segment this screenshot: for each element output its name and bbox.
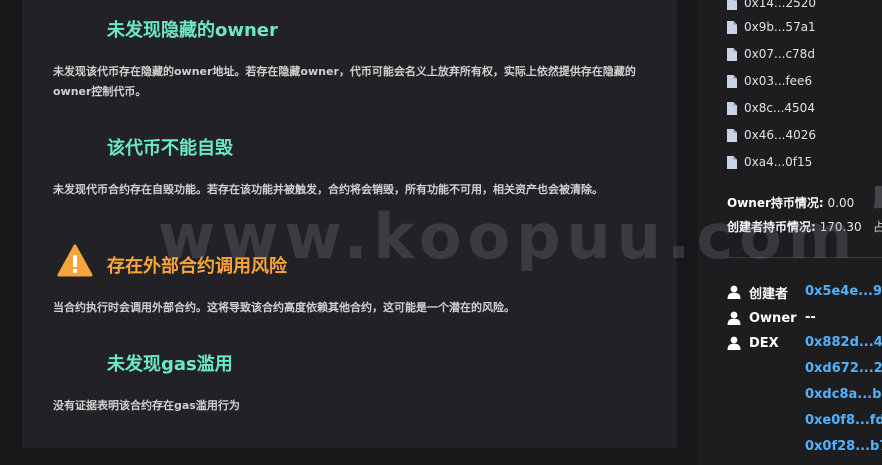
dex-address-link[interactable]: 0xd672...29	[805, 361, 882, 376]
check-description: 没有证据表明该合约存在gas滥用行为	[53, 399, 240, 412]
file-icon	[727, 47, 737, 61]
check-title: 未发现隐藏的owner	[107, 20, 278, 41]
dex-row: DEX	[727, 334, 779, 352]
owner-row: Owner	[727, 309, 797, 327]
check-description: 未发现代币合约存在自毁功能。若存在该功能并被触发，合约将会销毁，所有功能不可用，…	[53, 183, 603, 196]
holder-info-panel: 0x14...2520 0x9b...57a1 0x07...c78d 0x03…	[697, 0, 882, 465]
holder-address: 0x14...2520	[744, 0, 816, 10]
dex-address-link[interactable]: 0xdc8a...b4	[805, 387, 882, 402]
user-icon	[727, 336, 741, 350]
creator-label: 创建者	[749, 286, 789, 302]
check-title: 未发现gas滥用	[107, 354, 233, 375]
holder-address: 0xa4...0f15	[744, 155, 813, 169]
divider	[727, 257, 882, 258]
file-icon	[727, 20, 737, 34]
owner-holding-label: Owner持币情况:	[727, 196, 824, 210]
creator-holding-share-fragment: 占	[873, 220, 882, 234]
creator-row: 创建者	[727, 283, 789, 302]
holder-address: 0x03...fee6	[744, 74, 813, 88]
holder-item[interactable]: 0x9b...57a1	[727, 19, 816, 35]
holder-item[interactable]: 0x8c...4504	[727, 100, 815, 116]
file-icon	[727, 155, 737, 169]
creator-holding-value: 170.30	[819, 220, 862, 234]
file-icon	[727, 74, 737, 88]
holder-address: 0x46...4026	[744, 128, 816, 142]
dex-label: DEX	[749, 335, 779, 351]
check-description: 未发现该代币存在隐藏的owner地址。若存在隐藏owner，代币可能会名义上放弃…	[53, 65, 636, 98]
owner-holding-value: 0.00	[827, 196, 855, 210]
user-icon	[727, 285, 741, 299]
file-icon	[727, 101, 737, 115]
creator-address-link[interactable]: 0x5e4e...9b	[805, 284, 882, 299]
dex-address-link[interactable]: 0xe0f8...fd	[805, 413, 882, 428]
warning-icon	[57, 244, 93, 277]
scroll-indicator[interactable]	[875, 186, 882, 208]
holder-item[interactable]: 0x14...2520	[727, 0, 816, 11]
owner-label: Owner	[749, 310, 797, 326]
owner-value: --	[805, 310, 816, 325]
holder-item[interactable]: 0xa4...0f15	[727, 154, 812, 170]
file-icon	[727, 0, 737, 10]
holder-item[interactable]: 0x07...c78d	[727, 46, 815, 62]
check-description: 当合约执行时会调用外部合约。这将导致该合约高度依赖其他合约，这可能是一个潜在的风…	[53, 301, 515, 314]
holder-item[interactable]: 0x03...fee6	[727, 73, 812, 89]
creator-holding-label: 创建者持币情况:	[727, 220, 816, 234]
file-icon	[727, 128, 737, 142]
holder-address: 0x07...c78d	[744, 47, 815, 61]
user-icon	[727, 311, 741, 325]
dex-address-link[interactable]: 0x0f28...b7	[805, 439, 882, 454]
owner-holding: Owner持币情况: 0.00	[727, 194, 854, 211]
holder-address: 0x8c...4504	[744, 101, 815, 115]
holder-address: 0x9b...57a1	[744, 20, 816, 34]
security-checks-panel: 未发现隐藏的owner 未发现该代币存在隐藏的owner地址。若存在隐藏owne…	[22, 0, 677, 448]
creator-holding: 创建者持币情况: 170.30	[727, 218, 862, 235]
check-title: 存在外部合约调用风险	[107, 256, 287, 277]
check-title: 该代币不能自毁	[107, 138, 233, 159]
holder-item[interactable]: 0x46...4026	[727, 127, 816, 143]
dex-address-link[interactable]: 0x882d...48	[805, 335, 882, 350]
